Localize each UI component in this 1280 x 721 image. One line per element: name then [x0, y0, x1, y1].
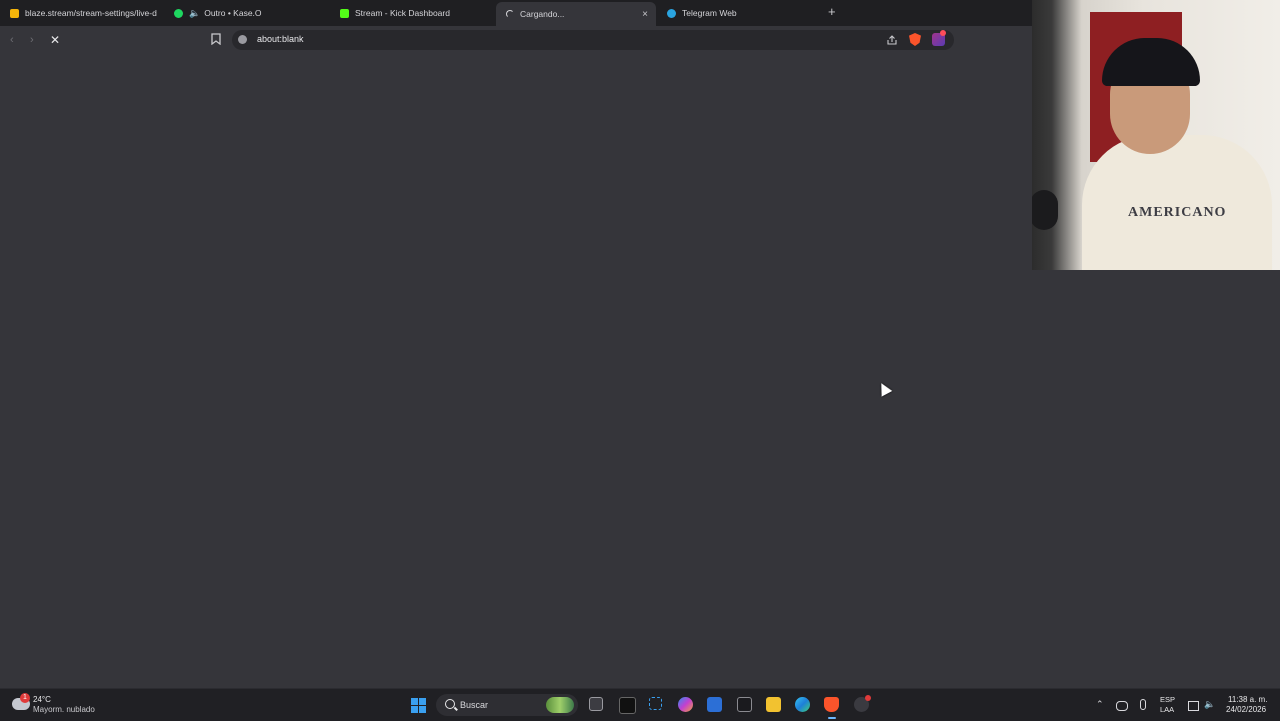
snipping-tool-icon[interactable] [649, 697, 662, 710]
microphone-icon[interactable] [1140, 699, 1146, 710]
tab-spotify[interactable]: 🔈 Outro • Kase.O [164, 3, 329, 23]
share-icon[interactable] [886, 34, 898, 46]
speaker-icon[interactable]: 🔈 [189, 8, 200, 19]
back-icon[interactable]: ‹ [10, 33, 14, 47]
search-placeholder: Buscar [460, 700, 489, 710]
capcut-icon[interactable] [619, 697, 636, 714]
tab-blaze[interactable]: blaze.stream/stream-settings/live-d [0, 3, 160, 23]
browser-toolbar: ‹ › ✕ about:blank [0, 26, 1032, 54]
task-view-icon[interactable] [589, 697, 603, 711]
tab-label: Telegram Web [682, 8, 737, 18]
tab-label: Stream - Kick Dashboard [355, 8, 450, 18]
weather-temperature: 24°C [33, 695, 51, 704]
kick-icon [340, 8, 349, 18]
file-explorer-icon[interactable] [766, 697, 781, 712]
search-highlight-image [546, 697, 574, 713]
language-indicator[interactable]: ESP [1160, 695, 1175, 704]
address-bar[interactable]: about:blank [232, 30, 954, 50]
copilot-icon[interactable] [678, 697, 693, 712]
notification-badge [940, 30, 946, 36]
microphone [1032, 190, 1058, 230]
tab-kick[interactable]: Stream - Kick Dashboard [330, 3, 495, 23]
keyboard-layout[interactable]: LAA [1160, 705, 1174, 714]
tab-label: blaze.stream/stream-settings/live-d [25, 8, 157, 18]
edge-icon[interactable] [795, 697, 810, 712]
site-info-icon[interactable] [238, 35, 247, 44]
tab-label: Outro • Kase.O [204, 8, 262, 18]
brave-shields-icon[interactable] [909, 33, 921, 46]
url-text[interactable]: about:blank [257, 34, 304, 44]
tab-label: Cargando... [520, 9, 565, 19]
clock-date[interactable]: 24/02/2026 [1226, 705, 1266, 714]
page-content [0, 54, 1032, 688]
sweatshirt-print: AMERICANO [1128, 205, 1227, 220]
close-tab-icon[interactable]: × [642, 9, 648, 20]
new-tab-button[interactable]: + [828, 5, 836, 19]
active-app-indicator [828, 717, 836, 719]
tray-app-icon[interactable] [1116, 701, 1128, 711]
stop-loading-icon[interactable]: ✕ [50, 33, 60, 47]
network-icon[interactable] [1188, 701, 1199, 711]
brave-icon[interactable] [824, 697, 839, 712]
weather-alert-badge: 1 [20, 693, 30, 703]
notification-dot [865, 695, 871, 701]
clock-time[interactable]: 11:38 a. m. [1228, 695, 1267, 704]
volume-icon[interactable]: 🔈 [1204, 699, 1215, 710]
tab-telegram[interactable]: Telegram Web [657, 3, 822, 23]
loading-spinner-icon [506, 10, 514, 18]
forward-icon[interactable]: › [30, 33, 34, 47]
search-icon [445, 699, 455, 709]
microsoft-store-icon[interactable] [707, 697, 722, 712]
streamer-sweatshirt [1082, 135, 1272, 270]
tab-strip: blaze.stream/stream-settings/live-d 🔈 Ou… [0, 0, 1032, 26]
bookmark-icon[interactable] [211, 33, 221, 45]
spotify-icon [174, 8, 183, 18]
taskbar-search[interactable]: Buscar [436, 694, 578, 716]
windows-taskbar: 1 24°C Mayorm. nublado Buscar ⌃ ESP LAA … [0, 688, 1280, 721]
windows-start-icon[interactable] [411, 698, 426, 713]
telegram-icon [667, 8, 676, 18]
tab-loading[interactable]: Cargando... × [496, 2, 656, 26]
webcam-overlay: AMERICANO [1032, 0, 1280, 270]
chevron-up-icon[interactable]: ⌃ [1096, 699, 1104, 710]
weather-description: Mayorm. nublado [33, 705, 95, 714]
terminal-icon[interactable] [737, 697, 752, 712]
blaze-icon [10, 8, 19, 18]
